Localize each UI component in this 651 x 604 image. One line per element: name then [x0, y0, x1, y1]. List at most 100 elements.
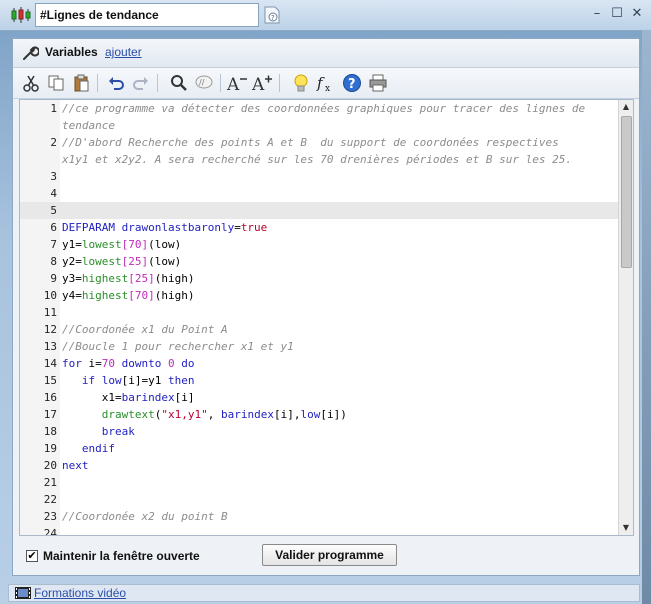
toolbar-separator	[157, 74, 158, 92]
code-line[interactable]: 19 endif	[20, 440, 624, 457]
new-tab-icon[interactable]: ?	[262, 5, 282, 25]
code-token: endif	[81, 442, 115, 455]
svg-text:?: ?	[348, 77, 356, 92]
code-line[interactable]: 14 for i=70 downto 0 do	[20, 355, 624, 372]
code-line[interactable]: 12 //Coordonée x1 du Point A	[20, 321, 624, 338]
minimize-button[interactable]: –	[589, 6, 605, 22]
code-editor[interactable]: 1 //ce programme va détecter des coordonn…	[19, 99, 634, 536]
vertical-scrollbar[interactable]: ▲ ▼	[618, 100, 633, 535]
code-line[interactable]: 10 y4=highest[70](high)	[20, 287, 624, 304]
line-number: 15	[43, 374, 57, 387]
code-line[interactable]: 22	[20, 491, 624, 508]
svg-text:?: ?	[271, 14, 275, 22]
code-line[interactable]: 8 y2=lowest[25](low)	[20, 253, 624, 270]
comment-button[interactable]: //	[193, 72, 215, 94]
code-line[interactable]: 1 //ce programme va détecter des coordonn…	[20, 100, 624, 117]
redo-icon	[133, 77, 148, 90]
code-token: y4=	[62, 289, 82, 302]
font-decrease-icon: A	[226, 75, 247, 93]
print-icon	[369, 74, 387, 92]
code-lines: 1 //ce programme va détecter des coordonn…	[20, 100, 624, 536]
candlestick-chart-icon	[11, 7, 31, 23]
window-title-tab[interactable]: #Lignes de tendance	[35, 3, 259, 27]
scroll-up-arrow-icon[interactable]: ▲	[619, 100, 633, 114]
copy-button[interactable]	[45, 72, 67, 94]
code-token: barindex	[220, 408, 274, 421]
line-number: 17	[43, 408, 57, 421]
validate-program-button[interactable]: Valider programme	[262, 544, 397, 566]
line-number: 24	[43, 527, 57, 536]
font-increase-button[interactable]: A	[251, 72, 273, 94]
code-token: ,	[207, 408, 221, 421]
redo-button[interactable]	[130, 72, 152, 94]
help-icon: ?	[343, 74, 361, 92]
code-line[interactable]: 5	[20, 202, 624, 219]
code-line[interactable]: 16 x1=barindex[i]	[20, 389, 624, 406]
video-tutorials-link[interactable]: Formations vidéo	[34, 586, 126, 600]
code-token: highest	[81, 272, 129, 285]
help-button[interactable]: ?	[341, 72, 363, 94]
code-line[interactable]: 2 //D'abord Recherche des points A et B d…	[20, 134, 624, 151]
code-token: break	[101, 425, 135, 438]
close-button[interactable]: ✕	[629, 6, 645, 22]
scrollbar-thumb[interactable]	[621, 116, 632, 268]
code-line[interactable]: 18 break	[20, 423, 624, 440]
code-token: [i]	[174, 391, 195, 404]
code-line[interactable]: 20 next	[20, 457, 624, 474]
code-token: [i],	[273, 408, 301, 421]
code-text: for i=70 downto 0 do	[62, 355, 195, 372]
undo-button[interactable]	[105, 72, 127, 94]
cut-button[interactable]	[20, 72, 42, 94]
toolbar-separator	[220, 74, 221, 92]
code-line[interactable]: 13 //Boucle 1 pour rechercher x1 et y1	[20, 338, 624, 355]
code-line[interactable]: 3	[20, 168, 624, 185]
code-token: then	[167, 374, 195, 387]
bottom-bar: Formations vidéo	[8, 584, 640, 602]
line-number: 6	[50, 221, 57, 234]
code-line[interactable]: 17 drawtext("x1,y1", barindex[i],low[i])	[20, 406, 624, 423]
search-button[interactable]	[168, 72, 190, 94]
idea-button[interactable]	[290, 72, 312, 94]
code-line[interactable]: tendance	[20, 117, 624, 134]
scroll-down-arrow-icon[interactable]: ▼	[619, 521, 633, 535]
editor-window: #Lignes de tendance ? – ☐ ✕ Variables aj…	[0, 0, 651, 604]
code-line[interactable]: 7 y1=lowest[70](low)	[20, 236, 624, 253]
code-line[interactable]: 6 DEFPARAM drawonlastbaronly=true	[20, 219, 624, 236]
print-button[interactable]	[367, 72, 389, 94]
code-token: low	[101, 374, 122, 387]
code-line[interactable]: 15 if low[i]=y1 then	[20, 372, 624, 389]
code-line[interactable]: 9 y3=highest[25](high)	[20, 270, 624, 287]
code-text: y1=lowest[70](low)	[62, 236, 181, 253]
code-token: //D'abord Recherche des points A et B du…	[62, 136, 559, 149]
code-text: //D'abord Recherche des points A et B du…	[62, 134, 559, 151]
scissors-icon	[23, 75, 39, 92]
code-token: i=	[81, 357, 102, 370]
code-text: //Boucle 1 pour rechercher x1 et y1	[62, 338, 294, 355]
code-line[interactable]: x1y1 et x2y2. A sera recherché sur les 7…	[20, 151, 624, 168]
paste-icon	[74, 74, 89, 92]
code-line[interactable]: 21	[20, 474, 624, 491]
font-decrease-button[interactable]: A	[226, 72, 248, 94]
code-line[interactable]: 4	[20, 185, 624, 202]
code-line[interactable]: 11	[20, 304, 624, 321]
code-token: DEFPARAM drawonlastbaronly	[62, 221, 235, 234]
add-variable-link[interactable]: ajouter	[105, 45, 142, 59]
copy-icon	[48, 75, 64, 91]
code-token: x1=	[62, 391, 122, 404]
comment-icon: //	[195, 75, 213, 89]
code-line[interactable]: 24	[20, 525, 624, 536]
code-text: if low[i]=y1 then	[62, 372, 195, 389]
code-line[interactable]: 23 //Coordonée x2 du point B	[20, 508, 624, 525]
function-button[interactable]: fx	[315, 72, 337, 94]
keep-open-checkbox[interactable]: ✔	[26, 550, 38, 562]
code-text: //ce programme va détecter des coordonné…	[62, 100, 585, 117]
code-token: for	[62, 357, 82, 370]
line-number: 16	[43, 391, 57, 404]
paste-button[interactable]	[70, 72, 92, 94]
code-token: (high)	[154, 272, 195, 285]
maximize-button[interactable]: ☐	[609, 6, 625, 22]
code-token: x1y1 et x2y2. A sera recherché sur les 7…	[62, 153, 572, 166]
line-number: 11	[43, 306, 57, 319]
